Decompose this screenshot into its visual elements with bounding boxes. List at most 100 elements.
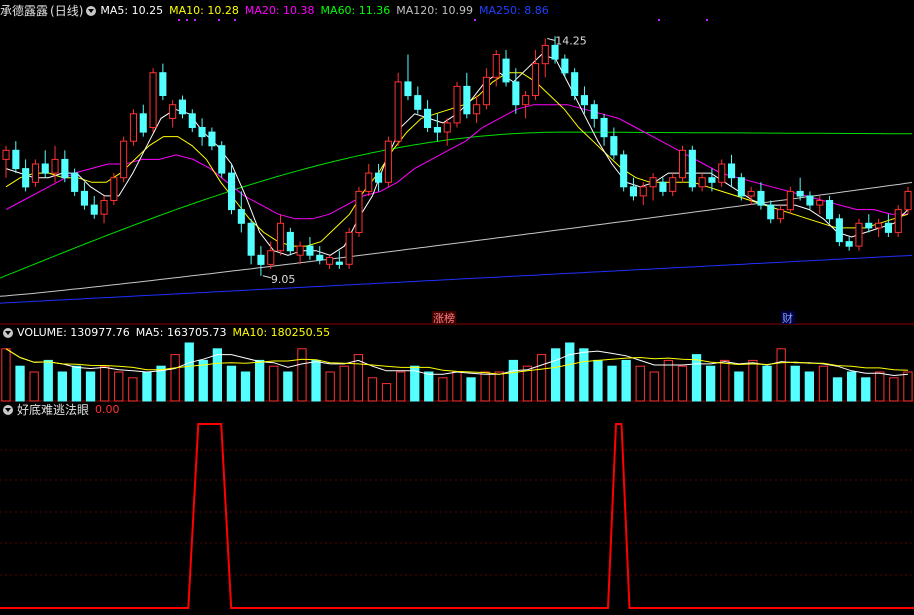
candle-body (100, 200, 108, 215)
volume-bar (480, 371, 490, 402)
volume-title: VOLUME: 130977.76 (17, 326, 130, 339)
candle-body (482, 76, 490, 106)
volume-bar (255, 359, 265, 402)
candle-body (443, 122, 451, 133)
candle-body (777, 209, 785, 220)
indicator-header: 好底难逃法眼 0.00 (0, 402, 126, 418)
candle-body (826, 200, 834, 220)
volume-bar (875, 371, 885, 402)
high-label: 14.25 (555, 35, 587, 48)
volume-bar (311, 359, 321, 402)
stock-chart-canvas[interactable]: 14.25 9.05 涨榜 财 (0, 0, 914, 615)
volume-bar (29, 371, 39, 402)
volume-bar (818, 365, 829, 402)
candle-body (473, 104, 481, 115)
candle-body (571, 72, 579, 96)
period-label: (日线) (50, 4, 84, 18)
volume-bar (762, 365, 772, 402)
volume-bar (396, 371, 406, 402)
volume-bar (71, 365, 82, 402)
tag-cai: 财 (782, 311, 793, 325)
candle-body (639, 186, 647, 197)
volume-bar (720, 359, 730, 402)
candle-body (394, 81, 402, 142)
candle-body (139, 113, 147, 133)
candle-body (277, 222, 285, 252)
candle-body (659, 181, 667, 192)
candle-body (296, 245, 304, 256)
candle-body (129, 113, 137, 142)
candle-body (747, 190, 755, 197)
volume-bar (508, 359, 519, 402)
candle-body (306, 245, 314, 256)
volume-bar (57, 371, 68, 402)
chevron-down-icon[interactable] (3, 405, 13, 415)
candle-body (198, 127, 206, 138)
volume-bar (607, 365, 617, 402)
volume-bar (776, 348, 786, 402)
candle-body (845, 241, 853, 247)
candle-body (492, 54, 500, 78)
low-marker (262, 275, 272, 279)
candle-body (433, 127, 441, 133)
volume-bar (438, 377, 448, 402)
candle-body (649, 177, 657, 188)
ma-label-1: MA10: 10.28 (169, 4, 239, 17)
signal-dot (234, 19, 236, 21)
candle-body (110, 177, 118, 201)
signal-dot (218, 19, 220, 21)
candle-body (610, 136, 618, 156)
candle-body (286, 231, 294, 252)
high-marker (547, 38, 556, 42)
candle-body (414, 95, 422, 110)
candle-body (796, 190, 804, 197)
candle-body (786, 190, 794, 211)
chevron-down-icon[interactable] (3, 328, 13, 338)
volume-bar (85, 371, 96, 402)
candle-body (620, 154, 628, 188)
low-label: 9.05 (271, 273, 296, 286)
volume-bar (283, 371, 293, 402)
candle-body (316, 254, 324, 261)
volume-bar (142, 371, 152, 402)
candle-body (453, 85, 461, 124)
candle-body (149, 72, 157, 128)
signal-dot (474, 19, 476, 21)
chevron-down-icon[interactable] (86, 6, 97, 16)
volume-bar (198, 359, 208, 402)
signal-dot (178, 19, 180, 21)
volume-bar (240, 371, 251, 402)
candle-body (12, 149, 20, 170)
volume-bar (832, 377, 843, 402)
signal-dot (706, 19, 708, 21)
candle-body (326, 257, 334, 265)
signal-dot (186, 19, 188, 21)
candle-body (708, 177, 716, 183)
candle-body (31, 163, 40, 183)
volume-bar (184, 342, 194, 402)
candle-body (80, 190, 89, 206)
candle-body (580, 95, 589, 106)
volume-header: VOLUME: 130977.76 MA5: 163705.73 MA10: 1… (0, 325, 336, 341)
volume-bar (1, 348, 11, 402)
candle-body (169, 104, 177, 119)
candle-body (728, 163, 736, 179)
candle-body (120, 140, 128, 179)
ma-label-5: MA250: 8.86 (478, 4, 549, 17)
candle-body (159, 72, 167, 96)
volume-bar (579, 348, 589, 402)
candle-body (384, 140, 392, 183)
ma-label-0: MA5: 10.25 (100, 4, 164, 17)
volume-bar (424, 371, 434, 402)
candle-body (600, 117, 608, 138)
volume-bar (297, 348, 307, 402)
candle-body (90, 204, 98, 215)
volume-bar (43, 359, 53, 402)
ma-label-2: MA20: 10.38 (244, 4, 315, 17)
volume-bar (536, 354, 547, 402)
volume-bar (649, 371, 659, 402)
signal-dot (194, 19, 196, 21)
volume-bar (466, 377, 476, 402)
volume-bar (748, 359, 758, 402)
volume-bar (706, 365, 716, 402)
